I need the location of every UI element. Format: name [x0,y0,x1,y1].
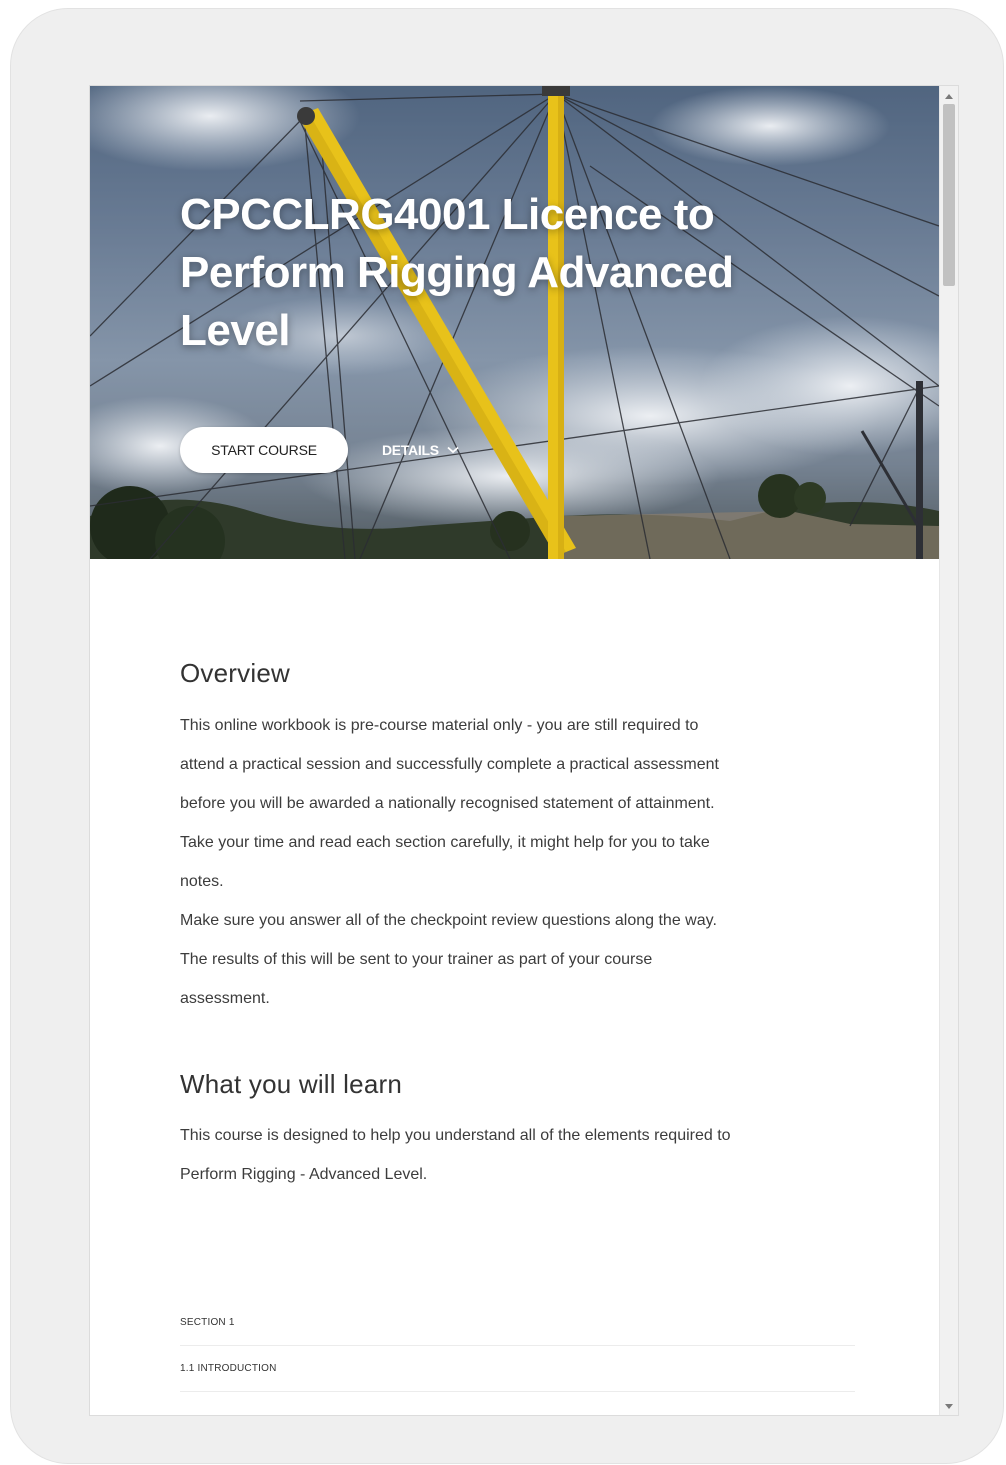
learn-line: Perform Rigging - Advanced Level. [180,1166,428,1183]
overview-line: The results of this will be sent to your… [180,951,653,968]
course-content: CPCCLRG4001 Licence to Perform Rigging A… [90,86,939,1415]
learn-heading: What you will learn [180,1069,402,1099]
overview-line: Make sure you answer all of the checkpoi… [180,912,717,929]
scroll-thumb[interactable] [943,104,955,286]
lesson-label: SECTION 1 [180,1317,235,1328]
learn-text: This course is designed to help you unde… [180,1116,860,1194]
scroll-down-arrow-icon[interactable] [940,1398,958,1415]
overview-line: This online workbook is pre-course mater… [180,717,699,734]
details-label: DETAILS [382,442,439,458]
course-hero-banner: CPCCLRG4001 Licence to Perform Rigging A… [90,86,939,559]
overview-line: notes. [180,873,224,890]
chevron-down-icon [447,446,459,454]
overview-heading: Overview [180,658,290,688]
learn-line: This course is designed to help you unde… [180,1127,731,1144]
details-button[interactable]: DETAILS [382,436,459,464]
start-course-button[interactable]: START COURSE [180,427,348,473]
overview-line: attend a practical session and successfu… [180,756,719,773]
overview-text: This online workbook is pre-course mater… [180,706,860,1018]
overview-line: Take your time and read each section car… [180,834,710,851]
tablet-frame: CPCCLRG4001 Licence to Perform Rigging A… [10,8,1004,1464]
lesson-section-header: SECTION 1 [180,1300,855,1346]
lesson-item-introduction[interactable]: 1.1 INTRODUCTION [180,1346,855,1392]
course-screen: CPCCLRG4001 Licence to Perform Rigging A… [89,85,959,1416]
vertical-scrollbar[interactable] [939,86,958,1415]
overview-line: assessment. [180,990,270,1007]
course-title: CPCCLRG4001 Licence to Perform Rigging A… [180,190,734,355]
lesson-list: SECTION 1 1.1 INTRODUCTION [180,1300,855,1392]
scroll-up-arrow-icon[interactable] [940,88,958,105]
overview-line: before you will be awarded a nationally … [180,795,715,812]
lesson-label: 1.1 INTRODUCTION [180,1363,277,1374]
